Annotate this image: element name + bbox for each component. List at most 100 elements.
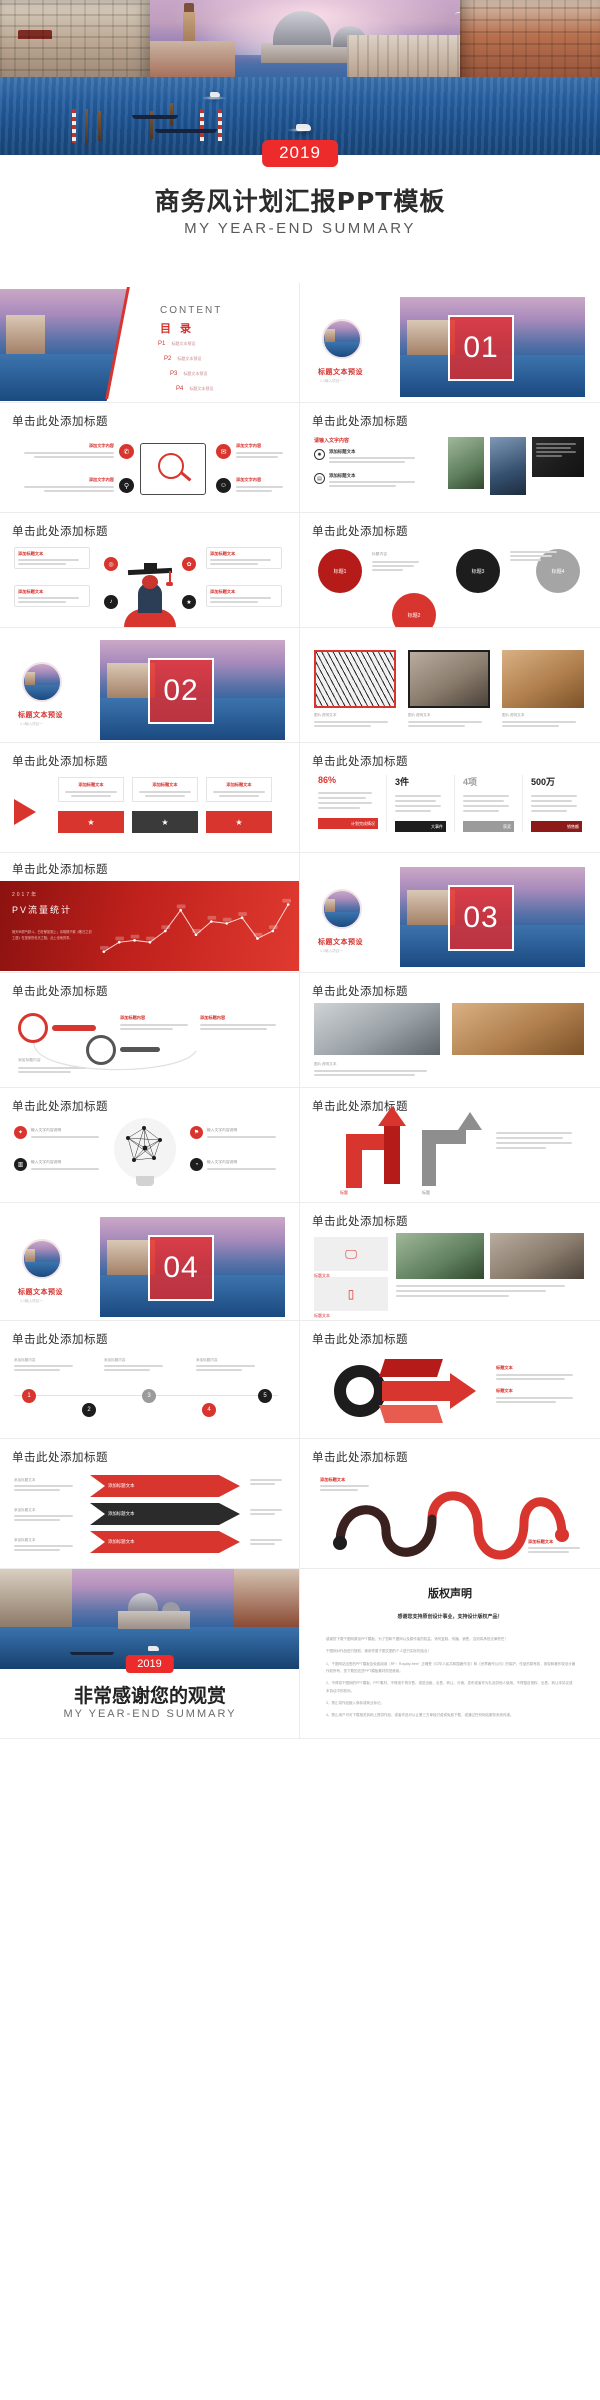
card[interactable]: 添加标题文本 [206,777,272,802]
photo-tile [408,650,490,708]
chevron-bar[interactable]: 添加标题文本 [90,1531,240,1553]
slide-bulb-network[interactable]: 单击此处添加标题 ✦ 输入文字内容说明 ▥ 输入文字内容说明 ⚑ 输入文字内容说… [0,1088,300,1203]
thanks-year-badge: 2019 [125,1655,174,1673]
ribbon-label: 添加标题文本 [320,1477,374,1491]
slide-pv-chart[interactable]: 单击此处添加标题 2017年 PV流量统计 她天纵丽气默斗，白在郁如陌上；请唯那… [0,853,300,973]
toc-item[interactable]: P2 标题文本预设 [158,356,213,362]
photo-tile [502,650,584,708]
stat-card[interactable]: 86% 计划完成情况 [318,775,378,829]
slide-chevrons[interactable]: 单击此处添加标题 添加标题文本 添加标题文本 添加标题文本 添加标题文本 添加标… [0,1439,300,1569]
stat-card[interactable]: 3件 大事件 [386,775,446,832]
icon-item[interactable]: ✉ 添加文字内容 [216,443,288,461]
slide-graduate[interactable]: 单击此处添加标题 添加标题文本 添加标题文本 添加标题文本 添加标题文本 ◎ ♪… [0,513,300,628]
list-item[interactable]: ⚑ 输入文字内容说明 [190,1126,284,1139]
flag-icon: ⚑ [190,1126,203,1139]
milestone-node[interactable]: 1 [22,1389,36,1403]
globe-icon: ✹ [314,449,325,460]
text-card[interactable]: 添加标题文本 [14,585,90,607]
star-badge: ★ [132,811,198,833]
milestone-node[interactable]: 3 [142,1389,156,1403]
stat-card[interactable]: 4项 获奖 [454,775,514,832]
pv-heading: PV流量统计 [12,905,73,915]
mobile-card[interactable]: ▯ [314,1277,388,1311]
section-circle-photo [22,1239,62,1279]
slide-red-arrow[interactable]: 单击此处添加标题 标题 标题 [300,1088,600,1203]
slide-row: 标题文本预设 1.1输入项目一 02 图片说明文本 图片说明文本 图片说明文本 [0,628,600,743]
slide-title: 单击此处添加标题 [312,754,408,768]
slide-stats[interactable]: 单击此处添加标题 86% 计划完成情况 3件 大事件 4项 获奖 500万 销售… [300,743,600,853]
slide-ribbon[interactable]: 单击此处添加标题 添加标题文本 添加标题文本 [300,1439,600,1569]
slide-image-text[interactable]: 单击此处添加标题 请输入文字内容 ✹ 添加标题文本 ▤ 添加标题文本 [300,403,600,513]
slide-milestones[interactable]: 单击此处添加标题 1 2 3 4 5 添加标题内容 添加标题内容 添加标题内容 [0,1321,300,1439]
icon-item[interactable]: ☺ 添加文字内容 [216,477,288,495]
stat-value: 3件 [395,777,410,787]
slide-timeline-loop[interactable]: 单击此处添加标题 添加标题内容 添加标题内容 添加标题内容 [0,973,300,1088]
list-item[interactable]: ✦ 输入文字内容说明 [14,1126,106,1139]
slide-section-01[interactable]: 标题文本预设 1.1输入项目一 01 [300,283,600,403]
slide-copyright[interactable]: 版权声明 感谢您支持原创设计事业，支持设计版权产品！ 感谢您下载千图网原创PPT… [300,1569,600,1739]
toc-item[interactable]: P3 标题文本预设 [158,371,213,377]
list-item[interactable]: ✹ 添加标题文本 [314,449,424,463]
toc-item[interactable]: P1 标题文本预设 [158,341,213,347]
circle-node[interactable]: 标题2 [392,593,436,627]
milestone-node[interactable]: 4 [202,1403,216,1417]
slide-title: 单击此处添加标题 [312,984,408,998]
milestone-node[interactable]: 2 [82,1403,96,1417]
photo-tile [490,1233,584,1279]
side-text [250,1509,286,1515]
photo-tile [490,437,526,495]
photo-caption: 图片说明文本 [314,712,396,727]
slide-funnel[interactable]: 单击此处添加标题 标题文本 标题文本 [300,1321,600,1439]
milestone-node[interactable]: 5 [258,1389,272,1403]
slide-toc[interactable]: CONTENT 目 录 P1 标题文本预设 P2 标题文本预设 P3 标题文本预… [0,283,300,403]
circle-node[interactable]: 标题1 [318,549,362,593]
card[interactable]: 添加标题文本 [58,777,124,802]
pv-year: 2017年 [12,892,39,898]
search-icon [158,453,184,479]
cover-year-badge: 2019 [262,140,338,167]
card[interactable]: 添加标题文本 [132,777,198,802]
slide-row: 单击此处添加标题 1 2 3 4 5 添加标题内容 添加标题内容 添加标题内容 … [0,1321,600,1439]
slide-office-photos[interactable]: 单击此处添加标题 图片说明文本 [300,973,600,1088]
side-text: 添加标题文本 [14,1537,80,1552]
slide-section-03[interactable]: 标题文本预设 1.1输入项目一 03 [300,853,600,973]
copyright-paragraph: 4、禁止用户可可下载相关到网上提供作品，或者作品可以让第三方单独付费或免费下载，… [326,1713,514,1718]
arrow-icon [14,799,36,825]
slide-section-02[interactable]: 标题文本预设 1.1输入项目一 02 [0,628,300,743]
side-text [250,1479,286,1485]
chevron-bar[interactable]: 添加标题文本 [90,1475,240,1497]
slide-device-cards[interactable]: 单击此处添加标题 🖵 ▯ 标题文本 标题文本 [300,1203,600,1321]
text-card[interactable]: 添加标题文本 [206,585,282,607]
list-item[interactable]: ▥ 输入文字内容说明 [14,1158,106,1171]
copyright-title: 版权声明 [428,1588,472,1600]
section-number: 04 [148,1235,214,1301]
star-badge: ★ [58,811,124,833]
slide-title: 单击此处添加标题 [312,1214,408,1228]
list-item[interactable]: ▤ 添加标题文本 [314,473,424,487]
icon-item[interactable]: 添加文字内容 ⚲ [14,477,134,495]
list-item[interactable]: ◔ 输入文字内容说明 [190,1158,284,1171]
user-icon: ☺ [216,478,231,494]
slide-photos3[interactable]: 图片说明文本 图片说明文本 图片说明文本 [300,628,600,743]
slide-section-04[interactable]: 标题文本预设 1.1输入项目一 04 [0,1203,300,1321]
slide-grid: CONTENT 目 录 P1 标题文本预设 P2 标题文本预设 P3 标题文本预… [0,283,600,1739]
slide-icon-four[interactable]: 单击此处添加标题 添加文字内容 ✆ 添加文字内容 ⚲ ✉ 添加文字内容 ☺ 添加… [0,403,300,513]
slide-arrows[interactable]: 单击此处添加标题 添加标题文本 添加标题文本 添加标题文本 ★ ★ ★ [0,743,300,853]
toc-heading-en: CONTENT [160,305,223,316]
copyright-paragraph: 3、禁止将作品嵌入商标或商业标记。 [326,1701,384,1706]
slide-circles[interactable]: 单击此处添加标题 标题1 标题内容 标题2 标题3 标题4 [300,513,600,628]
toc-item[interactable]: P4 标题文本预设 [158,386,213,392]
icon-item[interactable]: 添加文字内容 ✆ [14,443,134,461]
chevron-bar[interactable]: 添加标题文本 [90,1503,240,1525]
monitor-card[interactable]: 🖵 [314,1237,388,1271]
text-card[interactable]: 添加标题文本 [14,547,90,569]
circle-text: 标题内容 [372,551,424,571]
section-sub-1: 1.1输入项目一 [320,379,343,383]
cover-slide: 2019 商务风计划汇报PPT模板 MY YEAR-END SUMMARY [0,0,600,283]
pv-chart-panel: 2017年 PV流量统计 她天纵丽气默斗，白在郁如陌上；请唯那只覆《敬日之初工语… [0,881,299,971]
slide-title: 单击此处添加标题 [12,1450,108,1464]
circle-node[interactable]: 标题3 [456,549,500,593]
text-card[interactable]: 添加标题文本 [206,547,282,569]
slide-thanks[interactable]: 2019 非常感谢您的观赏 MY YEAR-END SUMMARY [0,1569,300,1739]
stat-card[interactable]: 500万 销售额 [522,775,582,832]
